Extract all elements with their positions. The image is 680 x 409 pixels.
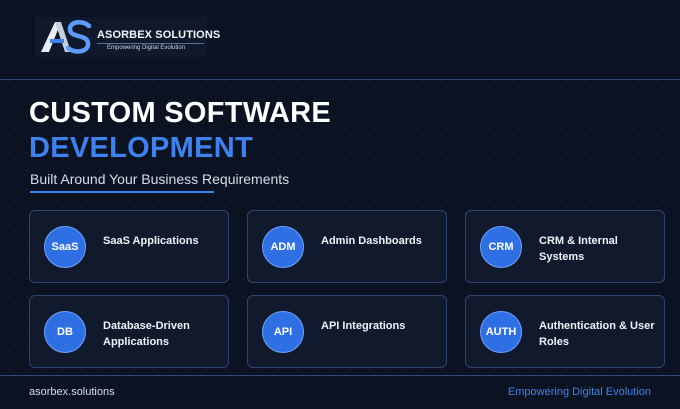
service-label: CRM & Internal Systems: [539, 235, 618, 263]
service-label: SaaS Applications: [103, 235, 199, 247]
footer-website: asorbex.solutions: [29, 386, 115, 398]
service-label: Authentication & User Roles: [539, 320, 655, 348]
service-badge: SaaS: [44, 226, 86, 268]
service-badge: AUTH: [480, 311, 522, 353]
brand-divider: [97, 43, 204, 44]
service-card-auth: AUTH Authentication & User Roles: [465, 295, 665, 368]
logo-icon: [41, 20, 92, 54]
header-divider: [0, 79, 680, 80]
service-card-saas: SaaS SaaS Applications: [29, 210, 229, 283]
logo: ASORBEX SOLUTIONS Empowering Digital Evo…: [35, 17, 220, 57]
service-badge: API: [262, 311, 304, 353]
service-card-crm: CRM CRM & Internal Systems: [465, 210, 665, 283]
footer-divider: [0, 375, 680, 376]
service-label: API Integrations: [321, 320, 406, 332]
service-badge: DB: [44, 311, 86, 353]
subtitle-underline: [30, 191, 214, 193]
brand-name: ASORBEX SOLUTIONS: [97, 29, 221, 41]
service-badge: ADM: [262, 226, 304, 268]
service-card-admin: ADM Admin Dashboards: [247, 210, 447, 283]
brand-tagline: Empowering Digital Evolution: [107, 45, 186, 51]
hero-title-line1: CUSTOM SOFTWARE: [29, 97, 332, 129]
service-label: Admin Dashboards: [321, 235, 422, 247]
hero-title-line2: DEVELOPMENT: [29, 132, 254, 164]
service-card-api: API API Integrations: [247, 295, 447, 368]
header: ASORBEX SOLUTIONS Empowering Digital Evo…: [0, 0, 680, 80]
service-label: Database-Driven Applications: [103, 320, 190, 348]
service-badge: CRM: [480, 226, 522, 268]
service-card-database: DB Database-Driven Applications: [29, 295, 229, 368]
footer-tagline: Empowering Digital Evolution: [507, 386, 651, 398]
hero-subtitle: Built Around Your Business Requirements: [30, 171, 290, 187]
